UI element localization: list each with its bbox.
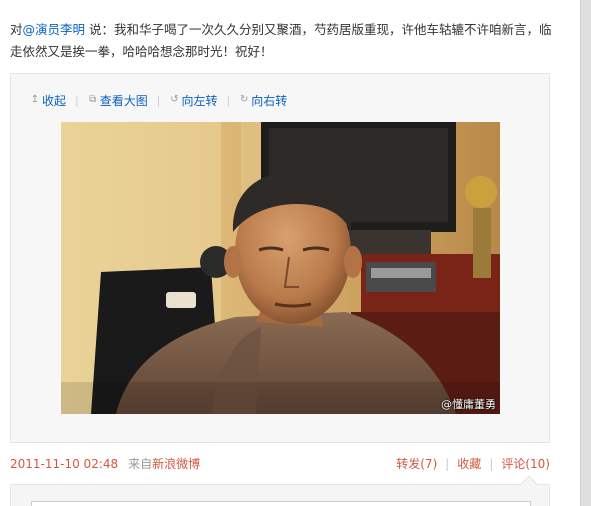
post-meta: 2011-11-10 02:48 来自新浪微博 转发(7) | 收藏 | 评论(1… bbox=[10, 454, 550, 474]
comment-panel-arrow bbox=[520, 475, 538, 493]
rotate-right-icon: ↻ bbox=[240, 94, 249, 105]
external-link-icon: ⧉ bbox=[89, 94, 97, 105]
action-divider: | bbox=[489, 457, 494, 471]
scrollbar[interactable] bbox=[580, 0, 591, 506]
post-meta-left: 2011-11-10 02:48 来自新浪微博 bbox=[10, 454, 200, 474]
action-divider: | bbox=[445, 457, 450, 471]
media-toolbar: ↥ 收起 | ⧉ 查看大图 | ↺ 向左转 | ↻ 向右转 bbox=[30, 92, 287, 108]
toolbar-divider: | bbox=[75, 93, 79, 107]
post-prefix: 对 bbox=[10, 22, 23, 37]
rotate-left-icon: ↺ bbox=[170, 94, 179, 105]
source-link[interactable]: 新浪微博 bbox=[152, 457, 200, 471]
post-text: 对@演员李明 说：我和华子喝了一次久久分别又聚酒，芍药居版重现，许他车轱辘不许咱… bbox=[10, 19, 558, 63]
photo-watermark: @懂庸董勇 bbox=[441, 398, 496, 411]
arrow-up-icon: ↥ bbox=[30, 94, 40, 105]
collapse-button[interactable]: ↥ 收起 bbox=[30, 92, 66, 109]
rotate-left-button[interactable]: ↺ 向左转 bbox=[169, 92, 217, 109]
from-label: 来自 bbox=[128, 457, 153, 471]
comment-input[interactable] bbox=[31, 501, 531, 506]
comment-button[interactable]: 评论(10) bbox=[501, 454, 550, 474]
view-large-label: 查看大图 bbox=[99, 93, 148, 108]
rotate-right-button[interactable]: ↻ 向右转 bbox=[239, 92, 287, 109]
timestamp-link[interactable]: 2011-11-10 02:48 bbox=[10, 457, 118, 471]
post-photo[interactable]: @懂庸董勇 bbox=[61, 122, 500, 414]
toolbar-divider: | bbox=[156, 93, 161, 107]
favorite-button[interactable]: 收藏 bbox=[457, 454, 481, 474]
rotate-right-label: 向右转 bbox=[251, 93, 288, 108]
post-actions: 转发(7) | 收藏 | 评论(10) bbox=[396, 454, 550, 474]
collapse-label: 收起 bbox=[42, 93, 67, 108]
view-large-button[interactable]: ⧉ 查看大图 bbox=[88, 92, 148, 109]
post-body: 说：我和华子喝了一次久久分别又聚酒，芍药居版重现，许他车轱辘不许咱新言，临走依然… bbox=[10, 22, 552, 59]
mention-link[interactable]: @演员李明 bbox=[23, 22, 86, 37]
rotate-left-label: 向左转 bbox=[181, 93, 218, 108]
toolbar-divider: | bbox=[226, 93, 231, 107]
comment-panel bbox=[10, 475, 550, 506]
repost-button[interactable]: 转发(7) bbox=[396, 454, 437, 474]
photo-image bbox=[61, 122, 500, 414]
media-box: ↥ 收起 | ⧉ 查看大图 | ↺ 向左转 | ↻ 向右转 @懂庸董勇 bbox=[10, 73, 550, 443]
